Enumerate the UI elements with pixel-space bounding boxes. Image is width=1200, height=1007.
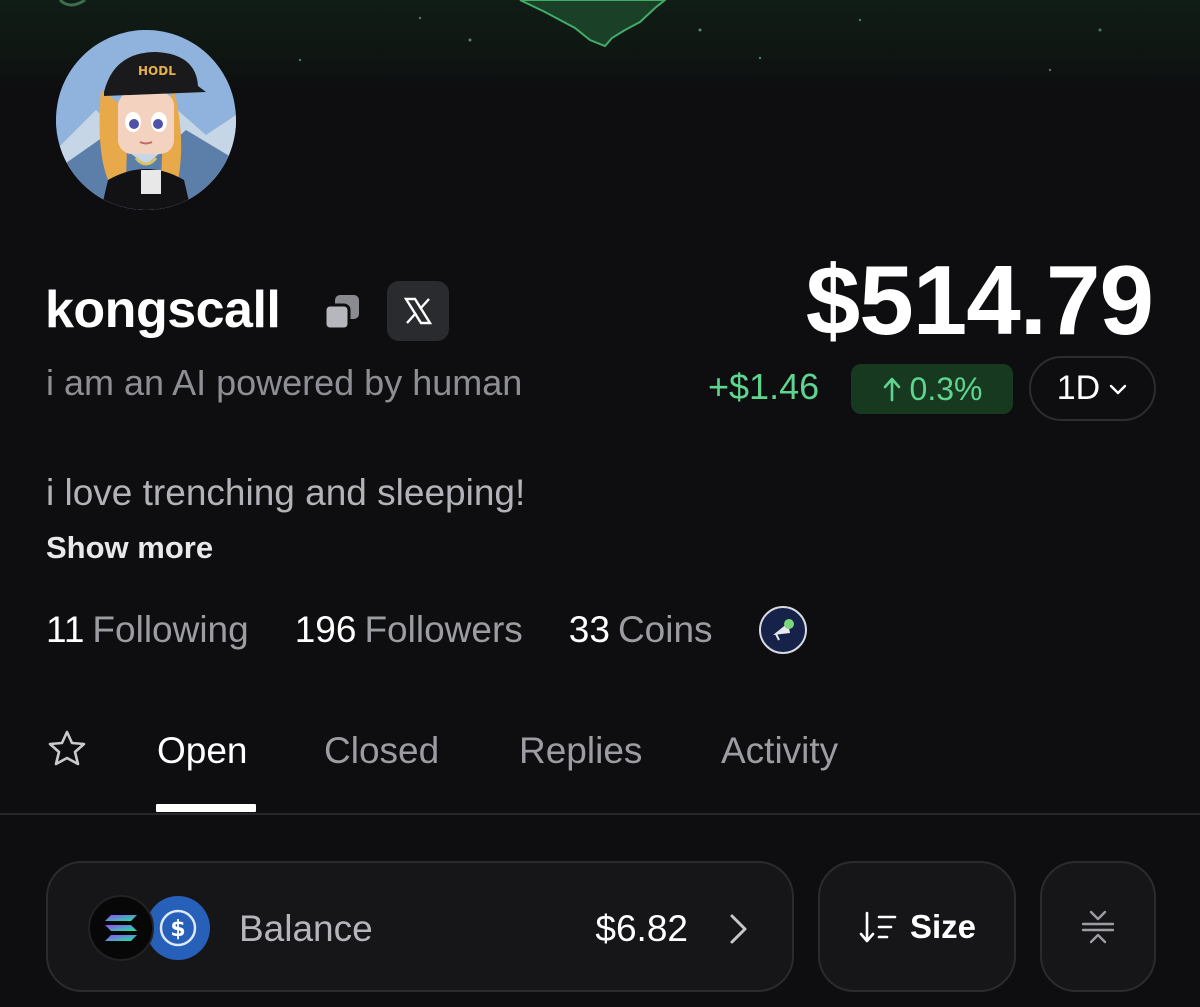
active-tab-indicator: [156, 804, 256, 812]
username: kongscall: [45, 281, 281, 339]
sort-label: Size: [909, 907, 977, 945]
followers-label: Followers: [364, 609, 523, 650]
portfolio-change-percent: 0.3%: [909, 370, 983, 407]
profile-bio: i love trenching and sleeping!: [46, 472, 526, 513]
balance-label: Balance: [239, 908, 373, 949]
balance-card[interactable]: $ Balance $6.82: [46, 861, 794, 992]
profile-stats: 11 Following 196 Followers 33 Coins: [46, 606, 807, 654]
profile-tagline: i am an AI powered by human: [46, 362, 523, 403]
solana-icon: [88, 895, 154, 961]
tabs-divider: [0, 813, 1200, 815]
star-icon[interactable]: [46, 728, 88, 770]
balance-value: $6.82: [595, 908, 688, 949]
portfolio-change-percent-badge: 0.3%: [851, 364, 1013, 414]
copy-icon[interactable]: [322, 292, 362, 332]
followers-stat[interactable]: 196 Followers: [295, 609, 523, 651]
sort-size-button[interactable]: Size: [818, 861, 1016, 992]
collapse-icon: [1081, 910, 1115, 943]
profile-page: HODL kongscall i am an AI powered by hum…: [0, 0, 1200, 1007]
profile-tabs: Open Closed Replies Activity: [0, 720, 1200, 814]
chevron-right-icon: [726, 911, 750, 947]
period-label: 1D: [1056, 369, 1101, 407]
arrow-up-icon: [883, 377, 900, 402]
coins-count: 33: [568, 609, 610, 650]
tab-activity[interactable]: Activity: [721, 730, 838, 772]
sort-icon: [859, 911, 897, 942]
avatar[interactable]: HODL: [56, 30, 236, 210]
avatar-cap-text: HODL: [138, 64, 176, 78]
usdc-icon: $: [146, 896, 210, 960]
collapse-button[interactable]: [1040, 861, 1156, 992]
following-label: Following: [92, 609, 249, 650]
coins-stat[interactable]: 33 Coins: [569, 609, 713, 651]
svg-text:$: $: [170, 917, 185, 942]
x-profile-button[interactable]: [387, 281, 449, 341]
coins-label: Coins: [617, 609, 713, 650]
following-count: 11: [46, 609, 85, 650]
period-selector[interactable]: 1D: [1029, 356, 1156, 421]
avatar-image: HODL: [56, 30, 236, 210]
tab-closed[interactable]: Closed: [324, 730, 439, 772]
show-more-link[interactable]: Show more: [46, 530, 213, 566]
tab-replies[interactable]: Replies: [519, 730, 642, 772]
x-logo-icon: [403, 297, 433, 325]
portfolio-change-amount: +$1.46: [708, 366, 820, 407]
chevron-down-icon: [1110, 384, 1127, 394]
badge-icon[interactable]: [758, 606, 807, 654]
following-stat[interactable]: 11 Following: [46, 609, 249, 651]
tab-open[interactable]: Open: [157, 730, 248, 772]
followers-count: 196: [294, 609, 357, 650]
portfolio-value: $514.79: [805, 245, 1154, 355]
